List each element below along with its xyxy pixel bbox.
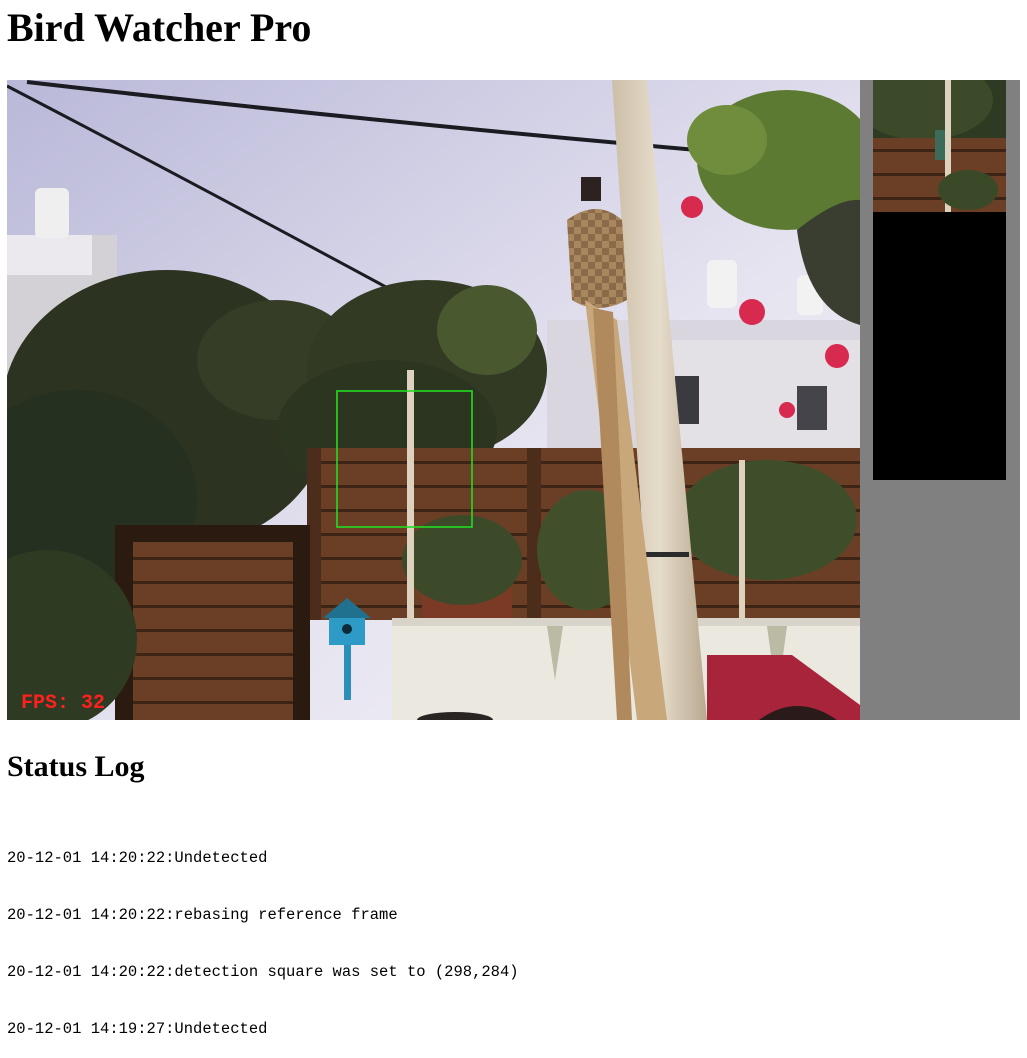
camera-panel: FPS: 32: [7, 80, 1020, 720]
log-entry: 20-12-01 14:20:22:detection square was s…: [7, 963, 519, 981]
fps-label: FPS: 32: [21, 692, 105, 715]
status-log-title: Status Log: [7, 750, 145, 783]
log-entry: 20-12-01 14:20:22:rebasing reference fra…: [7, 906, 398, 924]
status-log: 20-12-01 14:20:22:Undetected 20-12-01 14…: [7, 811, 519, 1058]
camera-feed[interactable]: FPS: 32: [7, 80, 860, 720]
log-entry: 20-12-01 14:20:22:Undetected: [7, 849, 268, 867]
app-title: Bird Watcher Pro: [7, 5, 312, 50]
log-entry: 20-12-01 14:19:27:Undetected: [7, 1020, 268, 1038]
detection-preview: [873, 80, 1006, 480]
